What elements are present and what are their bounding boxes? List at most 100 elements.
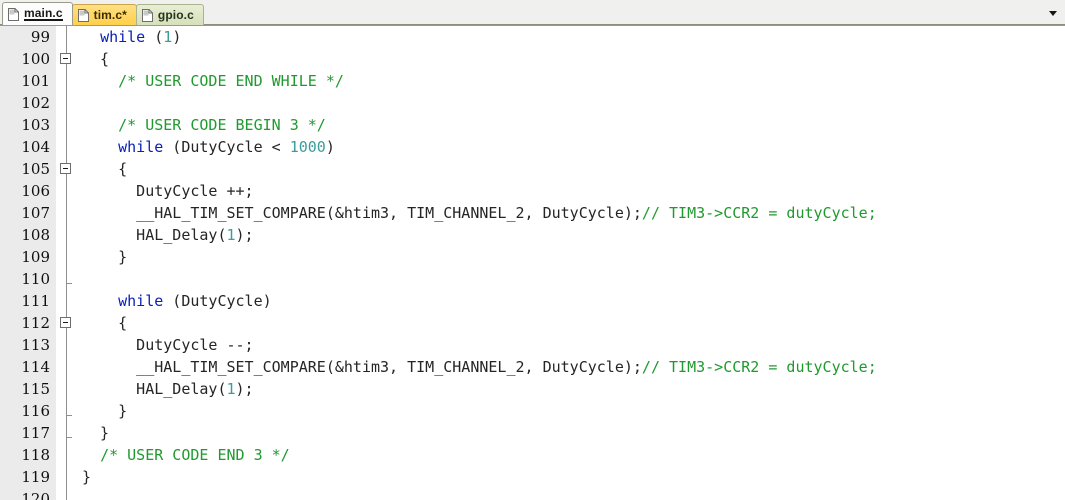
line-number: 107	[21, 204, 50, 222]
code-line[interactable]: {	[82, 158, 1065, 180]
code-line[interactable]: while (1)	[82, 26, 1065, 48]
code-line[interactable]: {	[82, 48, 1065, 70]
line-number: 119	[21, 468, 50, 486]
fold-end-marker	[66, 283, 72, 284]
line-number: 101	[21, 72, 50, 90]
fold-row	[56, 334, 78, 356]
fold-row	[56, 488, 78, 500]
fold-row	[56, 356, 78, 378]
code-token: HAL_Delay(	[82, 226, 227, 244]
code-line[interactable]: }	[82, 400, 1065, 422]
fold-row[interactable]	[56, 48, 78, 70]
code-line[interactable]	[82, 488, 1065, 500]
code-text-area[interactable]: while (1) { /* USER CODE END WHILE */ /*…	[78, 26, 1065, 500]
editor-tab-timc[interactable]: tim.c*	[71, 4, 137, 25]
code-line[interactable]: {	[82, 312, 1065, 334]
editor-tab-mainc[interactable]: main.c	[2, 2, 73, 25]
fold-row	[56, 422, 78, 444]
code-token: );	[235, 380, 254, 398]
line-number: 115	[21, 380, 50, 398]
line-number: 113	[21, 336, 50, 354]
fold-end-marker	[66, 415, 72, 416]
line-number-gutter: 99 100 101 102 103 104 105 106 107 108 109 110 111 11…	[0, 26, 56, 500]
line-number: 100	[21, 50, 50, 68]
line-number: 116	[21, 402, 50, 420]
code-line[interactable]: __HAL_TIM_SET_COMPARE(&htim3, TIM_CHANNE…	[82, 202, 1065, 224]
code-token: // TIM3->CCR2 = dutyCycle;	[641, 358, 877, 376]
line-number: 111	[21, 292, 50, 310]
tab-list: main.c tim.c* gpio.c	[2, 2, 204, 25]
code-line[interactable]: __HAL_TIM_SET_COMPARE(&htim3, TIM_CHANNE…	[82, 356, 1065, 378]
code-line[interactable]: }	[82, 246, 1065, 268]
code-token: }	[82, 248, 128, 266]
code-line[interactable]	[82, 268, 1065, 290]
fold-row	[56, 180, 78, 202]
code-line[interactable]: HAL_Delay(1);	[82, 224, 1065, 246]
code-line[interactable]	[82, 92, 1065, 114]
editor-body: 99 100 101 102 103 104 105 106 107 108 109 110 111 11…	[0, 26, 1065, 500]
code-line[interactable]: /* USER CODE BEGIN 3 */	[82, 114, 1065, 136]
line-number: 103	[21, 116, 50, 134]
code-token: /* USER CODE END 3 */	[100, 446, 290, 464]
fold-row	[56, 136, 78, 158]
code-line[interactable]: HAL_Delay(1);	[82, 378, 1065, 400]
code-line[interactable]: /* USER CODE END WHILE */	[82, 70, 1065, 92]
code-token: (DutyCycle)	[163, 292, 272, 310]
line-number: 118	[21, 446, 50, 464]
line-number: 106	[21, 182, 50, 200]
code-token: while	[100, 28, 146, 46]
fold-row	[56, 444, 78, 466]
code-token: {	[82, 314, 128, 332]
chevron-down-icon[interactable]	[1046, 6, 1060, 20]
line-number: 105	[21, 160, 50, 178]
code-line[interactable]: }	[82, 466, 1065, 488]
code-token: DutyCycle --;	[82, 336, 254, 354]
line-number: 102	[21, 94, 50, 112]
fold-row[interactable]	[56, 312, 78, 334]
code-token: );	[235, 226, 254, 244]
code-token: (	[145, 28, 164, 46]
line-number: 104	[21, 138, 50, 156]
code-token: 1	[226, 226, 236, 244]
code-line[interactable]: DutyCycle --;	[82, 334, 1065, 356]
fold-collapse-icon[interactable]	[60, 53, 71, 64]
editor-tab-bar: main.c tim.c* gpio.c	[0, 0, 1065, 26]
line-number: 110	[21, 270, 50, 288]
code-line[interactable]: DutyCycle ++;	[82, 180, 1065, 202]
fold-row[interactable]	[56, 158, 78, 180]
code-token: (DutyCycle <	[163, 138, 290, 156]
code-token: 1	[226, 380, 236, 398]
fold-collapse-icon[interactable]	[60, 163, 71, 174]
line-number: 112	[21, 314, 50, 332]
fold-collapse-icon[interactable]	[60, 317, 71, 328]
line-number: 117	[21, 424, 50, 442]
fold-row	[56, 224, 78, 246]
fold-row	[56, 466, 78, 488]
code-token: __HAL_TIM_SET_COMPARE(&htim3, TIM_CHANNE…	[82, 358, 642, 376]
code-line[interactable]: /* USER CODE END 3 */	[82, 444, 1065, 466]
code-token: )	[325, 138, 335, 156]
code-token: /* USER CODE BEGIN 3 */	[118, 116, 326, 134]
code-token: )	[172, 28, 182, 46]
editor-tab-label: gpio.c	[157, 8, 194, 22]
code-token: 1000	[289, 138, 326, 156]
code-line[interactable]: while (DutyCycle)	[82, 290, 1065, 312]
code-token: while	[118, 292, 164, 310]
code-token: 1	[163, 28, 173, 46]
line-number: 120	[21, 490, 50, 500]
fold-row	[56, 400, 78, 422]
code-line[interactable]: while (DutyCycle < 1000)	[82, 136, 1065, 158]
fold-row	[56, 378, 78, 400]
file-icon	[77, 8, 89, 22]
code-folding-column[interactable]	[56, 26, 78, 500]
fold-row	[56, 114, 78, 136]
editor-tab-gpioc[interactable]: gpio.c	[135, 4, 204, 25]
code-token: __HAL_TIM_SET_COMPARE(&htim3, TIM_CHANNE…	[82, 204, 642, 222]
file-icon	[8, 7, 19, 21]
code-line[interactable]: }	[82, 422, 1065, 444]
